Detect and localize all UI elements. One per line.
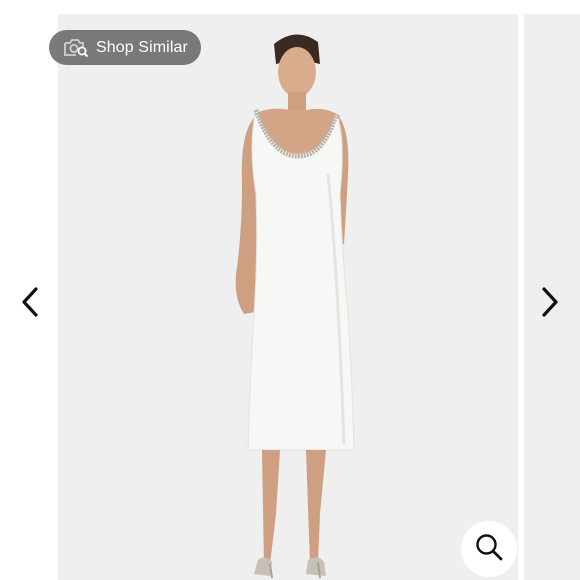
zoom-image-button[interactable] (461, 521, 517, 577)
product-image-carousel: Shop Similar (0, 0, 580, 580)
next-image-button[interactable] (530, 284, 570, 324)
shop-similar-button[interactable]: Shop Similar (49, 30, 201, 65)
carousel-slide-current[interactable] (58, 14, 518, 580)
product-photo-white-midi-dress (235, 34, 355, 579)
camera-search-icon (63, 38, 89, 58)
chevron-left-icon (20, 286, 40, 323)
magnifier-icon (474, 532, 504, 567)
shop-similar-label: Shop Similar (96, 38, 188, 56)
previous-image-button[interactable] (10, 284, 50, 324)
chevron-right-icon (540, 286, 560, 323)
